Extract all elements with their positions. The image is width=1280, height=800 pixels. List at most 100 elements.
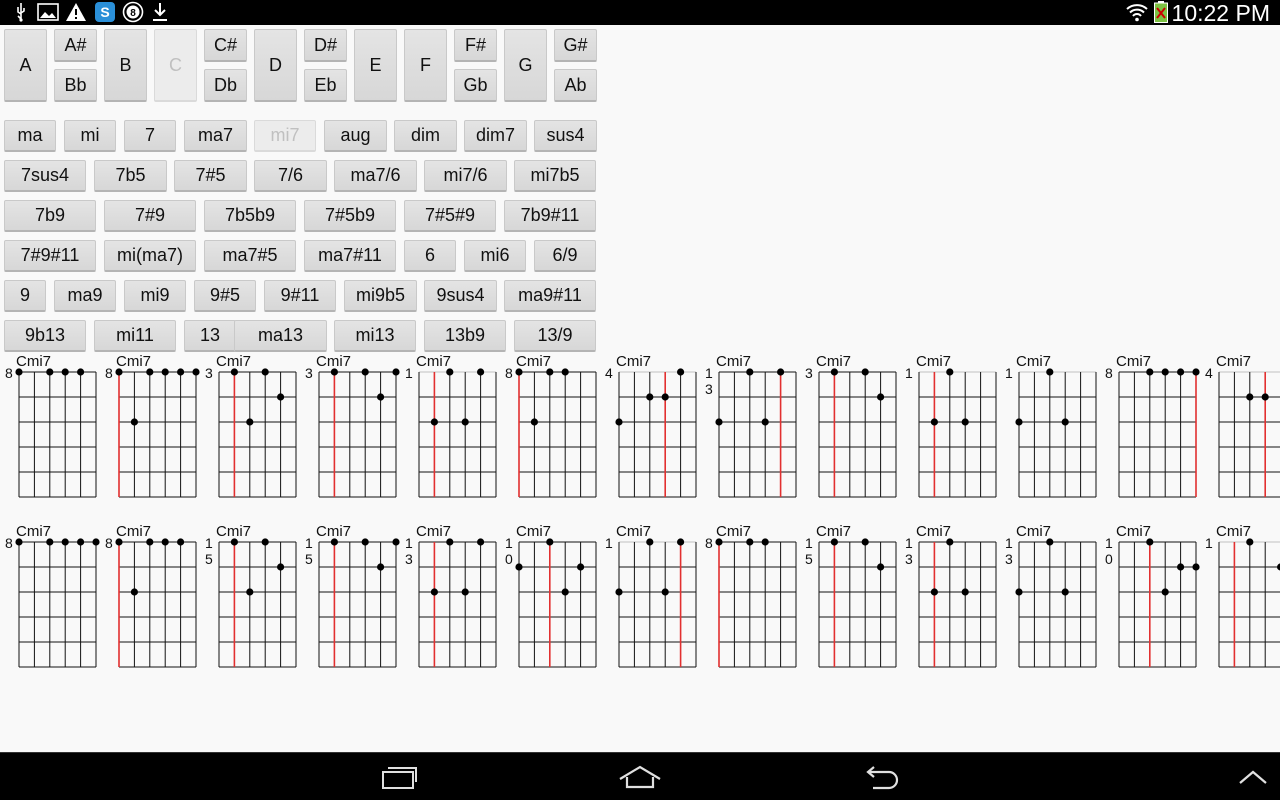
chord-diagram[interactable]: Cmi7 1 3 bbox=[1004, 522, 1104, 672]
chord-type-ma13-button[interactable]: ma13 bbox=[234, 320, 327, 352]
chord-type-9sus4-button[interactable]: 9sus4 bbox=[424, 280, 497, 312]
chord-type-mi6-button[interactable]: mi6 bbox=[464, 240, 526, 272]
chord-name-label: Cmi7 bbox=[916, 353, 951, 370]
chord-type-mi11-button[interactable]: mi11 bbox=[94, 320, 176, 352]
up-chevron-icon[interactable] bbox=[1230, 761, 1276, 793]
root-button-ab[interactable]: Ab bbox=[554, 69, 597, 102]
root-button-b[interactable]: B bbox=[104, 29, 147, 102]
chord-diagram[interactable]: Cmi7 1 5 bbox=[204, 522, 304, 672]
chord-diagram[interactable]: Cmi7 1 5 bbox=[804, 522, 904, 672]
root-button-f[interactable]: F bbox=[404, 29, 447, 102]
chord-type-13-button[interactable]: 13 bbox=[184, 320, 236, 352]
chord-diagram[interactable]: Cmi7 1 3 bbox=[904, 522, 1004, 672]
chord-diagram[interactable]: Cmi7 8 bbox=[704, 522, 804, 672]
chord-type-13-over-9-button[interactable]: 13/9 bbox=[514, 320, 596, 352]
chord-type-9b13-button[interactable]: 9b13 bbox=[4, 320, 86, 352]
root-button-gb[interactable]: Gb bbox=[454, 69, 497, 102]
chord-type-mi9-button[interactable]: mi9 bbox=[124, 280, 186, 312]
back-icon[interactable] bbox=[856, 761, 908, 793]
finger-dot bbox=[761, 538, 769, 546]
chord-type-ma-button[interactable]: ma bbox=[4, 120, 56, 152]
root-button-csharp[interactable]: C# bbox=[204, 29, 247, 62]
root-button-db[interactable]: Db bbox=[204, 69, 247, 102]
chord-type-mima7-button[interactable]: mi(ma7) bbox=[104, 240, 196, 272]
chord-diagram[interactable]: Cmi7 1 0 bbox=[504, 522, 604, 672]
chord-diagram[interactable]: Cmi7 1 5 bbox=[304, 522, 404, 672]
chord-diagram[interactable]: Cmi7 1 0 bbox=[1104, 522, 1204, 672]
chord-type-9-button[interactable]: 9 bbox=[4, 280, 46, 312]
chord-diagram[interactable]: Cmi7 3 bbox=[204, 352, 304, 502]
chord-type-ma9-button[interactable]: ma9 bbox=[54, 280, 116, 312]
root-button-fsharp[interactable]: F# bbox=[454, 29, 497, 62]
chord-diagram[interactable]: Cmi7 8 bbox=[104, 352, 204, 502]
chord-type-7sharp9sharp11-button[interactable]: 7#9#11 bbox=[4, 240, 96, 272]
chord-type-mi9b5-button[interactable]: mi9b5 bbox=[344, 280, 417, 312]
chord-diagram[interactable]: Cmi7 8 bbox=[504, 352, 604, 502]
fret-number-label: 8 bbox=[705, 535, 713, 551]
root-button-dsharp[interactable]: D# bbox=[304, 29, 347, 62]
chord-type-ma7-over-6-button[interactable]: ma7/6 bbox=[334, 160, 417, 192]
root-button-eb[interactable]: Eb bbox=[304, 69, 347, 102]
chord-type-mi13-button[interactable]: mi13 bbox=[334, 320, 416, 352]
chord-type-dim7-button[interactable]: dim7 bbox=[464, 120, 527, 152]
chord-type-ma9sharp11-button[interactable]: ma9#11 bbox=[504, 280, 596, 312]
root-button-bb[interactable]: Bb bbox=[54, 69, 97, 102]
fret-number-label: 1 bbox=[405, 365, 413, 381]
chord-type-9sharp5-button[interactable]: 9#5 bbox=[194, 280, 256, 312]
chord-type-7sharp5sharp9-button[interactable]: 7#5#9 bbox=[404, 200, 496, 232]
chord-type-mi-button[interactable]: mi bbox=[64, 120, 116, 152]
chord-diagram[interactable]: Cmi7 1 bbox=[404, 352, 504, 502]
chord-type-7b5-button[interactable]: 7b5 bbox=[94, 160, 167, 192]
fret-number-label: 1 bbox=[905, 365, 913, 381]
chord-name-label: Cmi7 bbox=[316, 523, 351, 540]
chord-diagram[interactable]: Cmi7 8 bbox=[104, 522, 204, 672]
root-button-a[interactable]: A bbox=[4, 29, 47, 102]
root-button-gsharp[interactable]: G# bbox=[554, 29, 597, 62]
chord-type-7sharp9-button[interactable]: 7#9 bbox=[104, 200, 196, 232]
recent-apps-icon[interactable] bbox=[374, 761, 426, 793]
chord-type-7-button[interactable]: 7 bbox=[124, 120, 176, 152]
chord-type-7b5b9-button[interactable]: 7b5b9 bbox=[204, 200, 296, 232]
chord-type-9sharp11-button[interactable]: 9#11 bbox=[264, 280, 336, 312]
chord-type-13b9-button[interactable]: 13b9 bbox=[424, 320, 506, 352]
chord-diagram[interactable]: Cmi7 1 3 bbox=[404, 522, 504, 672]
root-button-asharp[interactable]: A# bbox=[54, 29, 97, 62]
chord-type-6-button[interactable]: 6 bbox=[404, 240, 456, 272]
chord-type-7b9-button[interactable]: 7b9 bbox=[4, 200, 96, 232]
chord-diagram[interactable]: Cmi7 1 bbox=[904, 352, 1004, 502]
chord-type-7b9sharp11-button[interactable]: 7b9#11 bbox=[504, 200, 596, 232]
chord-diagram[interactable]: Cmi7 8 bbox=[4, 522, 104, 672]
chord-diagram[interactable]: Cmi7 3 bbox=[804, 352, 904, 502]
chord-type-mi7-button[interactable]: mi7 bbox=[254, 120, 316, 152]
chord-type-7-over-6-button[interactable]: 7/6 bbox=[254, 160, 327, 192]
chord-type-7sharp5-button[interactable]: 7#5 bbox=[174, 160, 247, 192]
chord-type-6-over-9-button[interactable]: 6/9 bbox=[534, 240, 596, 272]
chord-type-ma7sharp5-button[interactable]: ma7#5 bbox=[204, 240, 296, 272]
chord-type-aug-button[interactable]: aug bbox=[324, 120, 387, 152]
root-button-g[interactable]: G bbox=[504, 29, 547, 102]
finger-dot bbox=[1015, 588, 1023, 596]
chord-type-dim-button[interactable]: dim bbox=[394, 120, 457, 152]
chord-diagram[interactable]: Cmi7 1 bbox=[1004, 352, 1104, 502]
chord-type-ma7sharp11-button[interactable]: ma7#11 bbox=[304, 240, 396, 272]
chord-diagram[interactable]: Cmi7 1 bbox=[604, 522, 704, 672]
chord-diagram[interactable]: Cmi7 1 bbox=[1204, 522, 1280, 672]
root-button-c[interactable]: C bbox=[154, 29, 197, 102]
root-button-e[interactable]: E bbox=[354, 29, 397, 102]
chord-diagram[interactable]: Cmi7 1 3 bbox=[704, 352, 804, 502]
chord-diagram[interactable]: Cmi7 8 bbox=[4, 352, 104, 502]
finger-dot bbox=[561, 368, 569, 376]
chord-diagram[interactable]: Cmi7 3 bbox=[304, 352, 404, 502]
chord-diagram[interactable]: Cmi7 4 bbox=[604, 352, 704, 502]
chord-type-ma7-button[interactable]: ma7 bbox=[184, 120, 247, 152]
chord-diagram[interactable]: Cmi7 4 bbox=[1204, 352, 1280, 502]
root-button-d[interactable]: D bbox=[254, 29, 297, 102]
chord-diagram[interactable]: Cmi7 8 bbox=[1104, 352, 1204, 502]
finger-dot bbox=[330, 538, 338, 546]
chord-type-mi7-over-6-button[interactable]: mi7/6 bbox=[424, 160, 507, 192]
home-icon[interactable] bbox=[612, 761, 668, 793]
chord-type-7sus4-button[interactable]: 7sus4 bbox=[4, 160, 86, 192]
chord-type-sus4-button[interactable]: sus4 bbox=[534, 120, 597, 152]
chord-type-7sharp5b9-button[interactable]: 7#5b9 bbox=[304, 200, 396, 232]
chord-type-mi7b5-button[interactable]: mi7b5 bbox=[514, 160, 596, 192]
